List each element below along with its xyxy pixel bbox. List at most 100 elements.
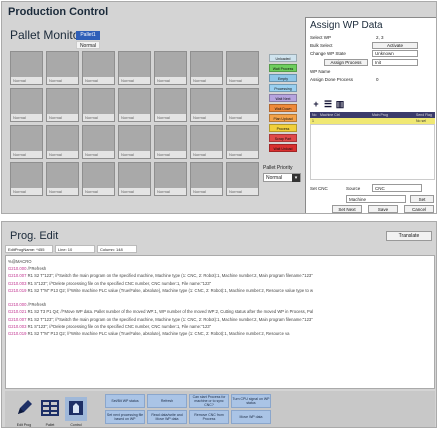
pallet-slot[interactable]: Normal (82, 125, 115, 159)
assign-done-label: Assign Done Process (310, 77, 354, 82)
pallet-priority-select[interactable]: Normal ▾ (263, 173, 301, 182)
pallet-slot[interactable]: Normal (226, 88, 259, 122)
legend-item: Process Unloaded (269, 124, 297, 139)
pallet-slot[interactable]: Normal (82, 51, 115, 85)
line-text: R1 S2 T"123"; //*Switch the main program… (27, 273, 313, 279)
dialog-title: Assign WP Data (310, 20, 383, 31)
line-command: G210.021 (8, 309, 27, 315)
set-button[interactable]: Set (410, 195, 434, 203)
activate-button[interactable]: Activate (372, 42, 418, 49)
code-editor[interactable]: %@MACRO G210.000 //*Refresh G210.007 R1 S2… (5, 255, 435, 389)
function-button[interactable]: Remove CNC from Process (189, 410, 229, 424)
function-button[interactable]: Set/Bit WP status (105, 394, 145, 408)
slot-status: Normal (227, 188, 258, 195)
function-button[interactable]: Read data/write and Move WP data (147, 410, 187, 424)
legend-item: Scrap Part (269, 134, 297, 142)
slot-status: Normal (83, 77, 114, 84)
slot-status: Normal (11, 77, 42, 84)
legend-item: Wait Process (269, 64, 297, 72)
function-button[interactable]: Move WP data (231, 410, 271, 424)
slot-status: Normal (155, 77, 186, 84)
pallet-tab-normal[interactable]: Normal (76, 41, 100, 49)
pallet-slot[interactable]: Normal (190, 88, 223, 122)
save-button[interactable]: Save (368, 205, 398, 213)
pallet-slot[interactable]: Normal (226, 162, 259, 196)
code-line[interactable]: G210.003 R1 S"123"; //*Delete processing… (8, 281, 211, 286)
pallet-slot[interactable]: Normal (190, 162, 223, 196)
function-toolbar: Edit Prog Pallet Control Set/Bit WP stat… (5, 391, 435, 427)
pallet-slot[interactable]: Normal (10, 51, 43, 85)
assign-process-value[interactable]: Init (372, 59, 418, 66)
slot-status: Normal (227, 114, 258, 121)
pallet-label: Pallet (45, 423, 55, 427)
cancel-button[interactable]: Cancel (404, 205, 434, 213)
set-cnc-label: Set CNC (310, 186, 328, 191)
pallet-slot[interactable]: Normal (226, 125, 259, 159)
add-icon[interactable]: + (311, 99, 321, 109)
pallet-slot[interactable]: Normal (154, 51, 187, 85)
slot-status: Normal (119, 188, 150, 195)
edit-prog-tool[interactable]: Edit Prog (13, 397, 35, 427)
function-button[interactable]: Set next processing file based on WP (105, 410, 145, 424)
code-line[interactable]: G210.019 R1 S2 T"M" P13 Q2; //*Write mac… (8, 288, 313, 293)
pallet-slot[interactable]: Normal (46, 125, 79, 159)
line-command: G210.019 (8, 331, 27, 336)
function-button[interactable]: Turn CPU signal on WP status (231, 394, 271, 408)
pallet-slot[interactable]: Normal (154, 125, 187, 159)
slot-status: Normal (191, 114, 222, 121)
pallet-slot[interactable]: Normal (118, 162, 151, 196)
wp-state-select[interactable]: Unknown (372, 50, 418, 57)
function-button[interactable]: Can start Process for machine or to sync… (189, 394, 229, 408)
pallet-tab-active[interactable]: Pallet1 (76, 31, 100, 40)
line-command: G210.000 (8, 302, 27, 308)
pallet-slot[interactable]: Normal (154, 88, 187, 122)
slot-status: Normal (119, 151, 150, 158)
pallet-slot[interactable]: Normal (190, 51, 223, 85)
pallet-slot[interactable]: Normal (190, 125, 223, 159)
pallet-slot[interactable]: Normal (46, 88, 79, 122)
code-line[interactable]: G210.000 //*Refresh (8, 302, 46, 307)
pallet-tool[interactable]: Pallet (39, 397, 61, 427)
pallet-slot[interactable]: Normal (82, 162, 115, 196)
select-wp-value: 2, 3 (376, 35, 384, 40)
pallet-slot[interactable]: Normal (118, 125, 151, 159)
code-line[interactable]: G210.003 R1 S"123"; //*Delete processing… (8, 324, 211, 329)
line-text: %@MACRO (8, 259, 32, 264)
pallet-slot[interactable]: Normal (46, 162, 79, 196)
control-tool[interactable]: Control (65, 397, 87, 427)
function-button[interactable]: Refresh (147, 394, 187, 408)
bulk-select-label: Bulk Select (310, 43, 333, 48)
code-line[interactable]: G210.021 R1 S2 T3 P1 Q4; //*Move WP data… (8, 309, 313, 314)
legend-item: Processing (269, 84, 297, 92)
pallet-slot[interactable]: Normal (10, 162, 43, 196)
pallet-slot[interactable]: Normal (46, 51, 79, 85)
assign-done-value: 0 (376, 77, 379, 82)
code-line[interactable]: G210.019 R1 S2 T"M" P13 Q2; //*Write mac… (8, 331, 290, 336)
legend-item: Wait Down (269, 104, 297, 112)
pallet-slot[interactable]: Normal (10, 88, 43, 122)
pallet-slot[interactable]: Normal (10, 125, 43, 159)
slot-status: Normal (47, 188, 78, 195)
pallet-slot[interactable]: Normal (226, 51, 259, 85)
pallet-slot[interactable]: Normal (154, 162, 187, 196)
trash-icon[interactable]: ▥ (335, 99, 345, 109)
code-line[interactable]: %@MACRO (8, 259, 32, 264)
pallet-slot[interactable]: Normal (118, 88, 151, 122)
pallet-slot[interactable]: Normal (118, 51, 151, 85)
translate-button[interactable]: Translate (386, 231, 432, 241)
assign-process-button[interactable]: Assign Process (324, 59, 368, 66)
pallet-slot[interactable]: Normal (82, 88, 115, 122)
code-line[interactable]: G210.007 R1 S2 T"123"; //*Switch the mai… (8, 273, 313, 278)
list-icon[interactable]: ☰ (323, 99, 333, 109)
code-line[interactable]: G210.007 R1 S2 T"123"; //*Switch the mai… (8, 317, 313, 322)
slot-status: Normal (83, 188, 114, 195)
set-next-button[interactable]: Set Next (332, 205, 362, 213)
window-title: Production Control (8, 6, 109, 18)
line-field: Line: 10 (55, 245, 95, 253)
source-select[interactable]: CNC (372, 184, 422, 192)
code-line[interactable]: G210.000 //*Refresh (8, 266, 46, 271)
machine-select[interactable]: Machine (346, 195, 406, 203)
slot-status: Normal (83, 114, 114, 121)
chevron-down-icon[interactable]: ▾ (292, 174, 300, 182)
slot-status: Normal (155, 151, 186, 158)
